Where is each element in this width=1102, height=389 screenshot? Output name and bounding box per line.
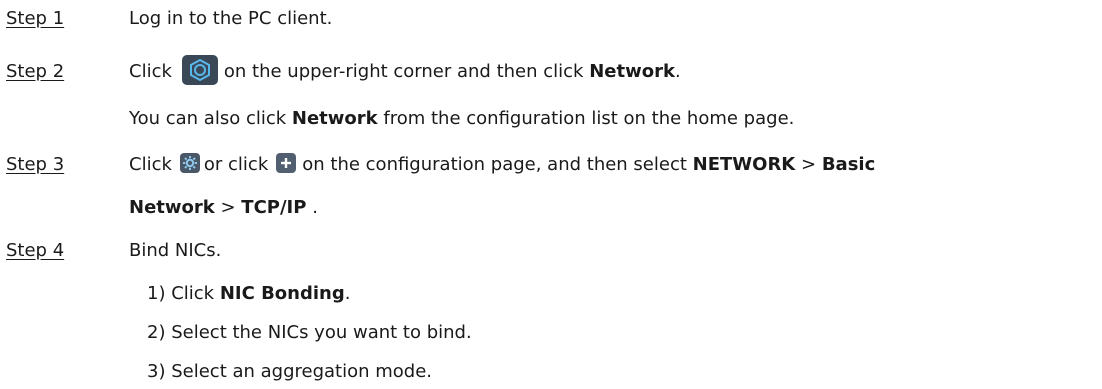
step-2-click-word: Click: [129, 61, 172, 82]
substep-1-num: 1): [147, 283, 166, 304]
substep-1: 1) Click NIC Bonding.: [147, 279, 350, 309]
step-2-period: .: [674, 61, 681, 82]
plus-icon: [276, 153, 297, 173]
step-3-network-bold: NETWORK: [692, 154, 796, 175]
step-3-label: Step 3: [6, 154, 65, 175]
step-2-text: Click on the upper-right corner and then…: [129, 55, 681, 87]
step-2-network-bold: Network: [589, 61, 675, 82]
step-4-label: Step 4: [6, 240, 65, 261]
step-1-label: Step 1: [6, 8, 65, 29]
step-3-sep-1: >: [801, 154, 817, 175]
step-2-after-icon: on the upper-right corner and then click: [223, 61, 584, 82]
step-3-continuation: Network > TCP/IP .: [129, 193, 318, 223]
step-3-sep-2: >: [220, 197, 236, 218]
step-3-basic-bold: Basic: [821, 154, 876, 175]
step-3-after: on the configuration page, and then sele…: [302, 154, 687, 175]
step-3-text: Click or click on the configuration page…: [129, 150, 875, 180]
step-3-tcpip-bold: TCP/IP: [241, 197, 307, 218]
step-4-text: Bind NICs.: [129, 240, 222, 261]
step-1-text: Log in to the PC client.: [129, 8, 333, 29]
step-2-cont-bold: Network: [291, 108, 378, 129]
step-3-period: .: [312, 197, 318, 218]
substep-3: 3) Select an aggregation mode.: [147, 357, 432, 387]
substep-1-pre: Click: [171, 283, 215, 304]
substep-1-post: .: [344, 283, 351, 304]
substep-3-num: 3): [147, 361, 166, 382]
step-3-network-cont-bold: Network: [129, 197, 215, 218]
substep-2: 2) Select the NICs you want to bind.: [147, 318, 472, 348]
substep-2-text: Select the NICs you want to bind.: [171, 322, 472, 343]
substep-3-text: Select an aggregation mode.: [171, 361, 433, 382]
substep-1-bold: NIC Bonding: [219, 283, 345, 304]
gear-icon: [179, 153, 200, 173]
step-3-or-click: or click: [203, 154, 269, 175]
step-2-label: Step 2: [6, 61, 65, 82]
substep-2-num: 2): [147, 322, 166, 343]
step-2-cont-post: from the configuration list on the home …: [383, 108, 795, 129]
step-3-click-word: Click: [129, 154, 172, 175]
step-2-cont-pre: You can also click: [129, 108, 287, 129]
settings-hex-icon: [181, 55, 218, 85]
step-2-continuation: You can also click Network from the conf…: [129, 104, 794, 134]
